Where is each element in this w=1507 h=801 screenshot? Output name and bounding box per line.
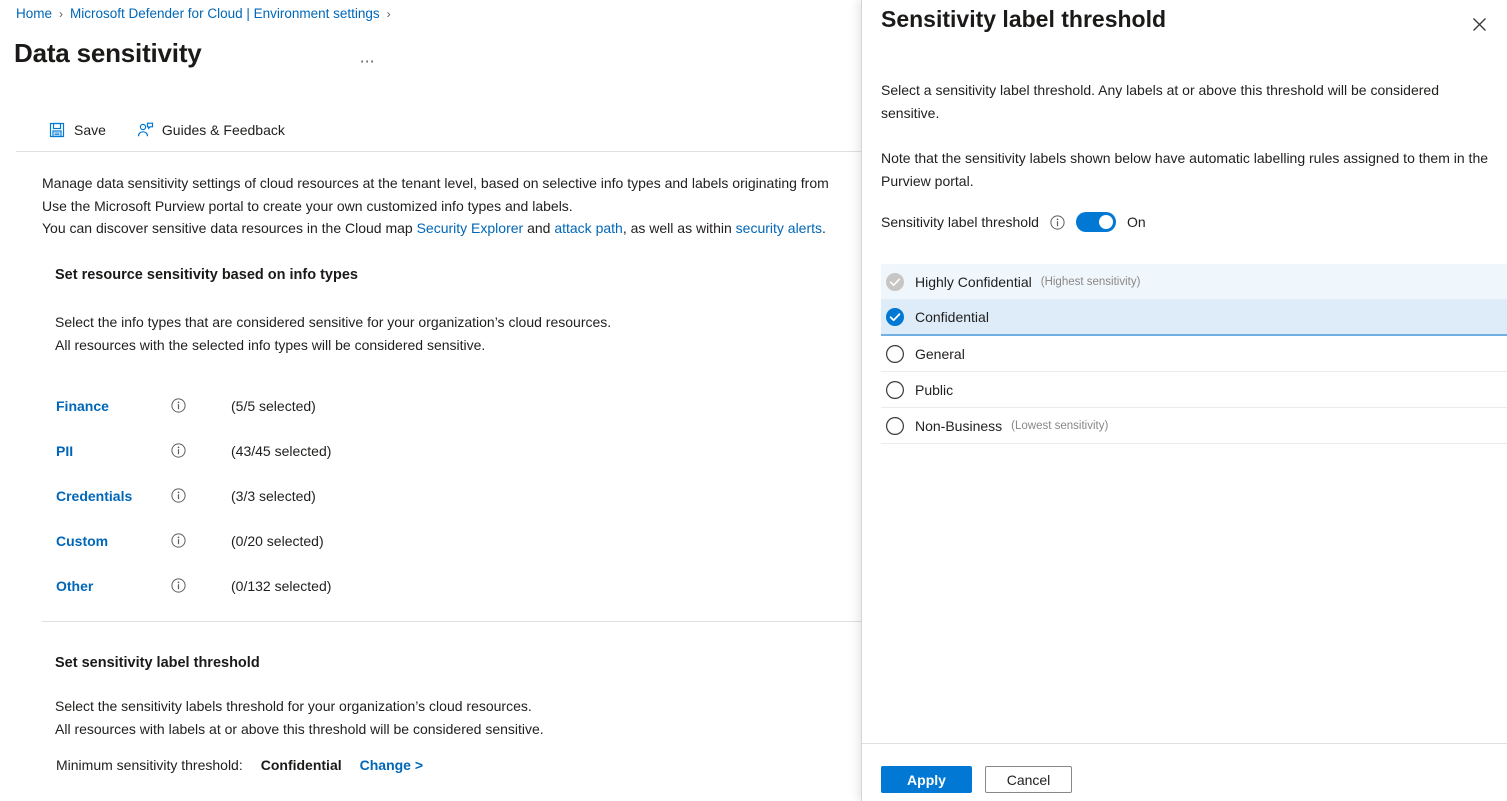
attack-path-link[interactable]: attack path xyxy=(554,220,623,236)
radio-unchecked-icon xyxy=(885,416,915,436)
info-circle-icon[interactable] xyxy=(171,533,231,548)
info-circle-icon[interactable] xyxy=(171,398,231,413)
info-type-row: PII (43/45 selected) xyxy=(56,428,331,473)
breadcrumb-separator-icon: › xyxy=(59,7,63,21)
info-circle-icon[interactable] xyxy=(171,443,231,458)
info-type-count: (0/132 selected) xyxy=(231,578,331,594)
panel-description-2: Note that the sensitivity labels shown b… xyxy=(881,147,1493,193)
toggle-label: Sensitivity label threshold xyxy=(881,214,1039,230)
panel-description: Select a sensitivity label threshold. An… xyxy=(881,79,1493,193)
sensitivity-threshold-toggle[interactable] xyxy=(1076,212,1116,232)
toggle-state-label: On xyxy=(1127,214,1146,230)
label-option-name: Public xyxy=(915,382,953,398)
info-circle-icon[interactable] xyxy=(171,488,231,503)
change-threshold-link[interactable]: Change > xyxy=(360,757,423,773)
intro-line-3-mid-1: and xyxy=(523,220,554,236)
apply-button[interactable]: Apply xyxy=(881,766,972,793)
info-types-body-line-1: Select the info types that are considere… xyxy=(55,311,611,334)
toolbar-divider xyxy=(16,151,864,152)
panel-action-buttons: Apply Cancel xyxy=(881,766,1072,793)
sensitivity-threshold-toggle-row: Sensitivity label threshold On xyxy=(881,212,1146,232)
info-type-row: Credentials (3/3 selected) xyxy=(56,473,331,518)
info-type-count: (3/3 selected) xyxy=(231,488,316,504)
info-type-count: (43/45 selected) xyxy=(231,443,331,459)
intro-line-3-mid-2: , as well as within xyxy=(623,220,736,236)
minimum-threshold-value: Confidential xyxy=(261,757,342,773)
minimum-threshold-row: Minimum sensitivity threshold: Confident… xyxy=(56,757,423,773)
info-type-link-credentials[interactable]: Credentials xyxy=(56,488,171,504)
info-types-section-heading: Set resource sensitivity based on info t… xyxy=(55,267,358,283)
label-option-name: General xyxy=(915,346,965,362)
security-explorer-link[interactable]: Security Explorer xyxy=(417,220,524,236)
info-types-list: Finance (5/5 selected) PII (43/45 select… xyxy=(56,383,331,608)
label-option-hint: (Highest sensitivity) xyxy=(1041,276,1141,288)
breadcrumb: Home › Microsoft Defender for Cloud | En… xyxy=(16,6,391,21)
info-types-section-body: Select the info types that are considere… xyxy=(55,311,611,357)
panel-footer-divider xyxy=(862,743,1507,744)
label-option-name: Confidential xyxy=(915,309,989,325)
info-type-row: Other (0/132 selected) xyxy=(56,563,331,608)
intro-line-3: You can discover sensitive data resource… xyxy=(42,217,872,240)
label-option-hint: (Lowest sensitivity) xyxy=(1011,420,1108,432)
info-type-link-custom[interactable]: Custom xyxy=(56,533,171,549)
breadcrumb-separator-icon-2: › xyxy=(387,7,391,21)
radio-unchecked-icon xyxy=(885,344,915,364)
intro-line-1: Manage data sensitivity settings of clou… xyxy=(42,172,872,195)
sensitivity-label-threshold-panel: Sensitivity label threshold Select a sen… xyxy=(861,0,1507,801)
label-option-non-business[interactable]: Non-Business (Lowest sensitivity) xyxy=(881,408,1507,444)
check-circle-selected-icon xyxy=(885,307,915,327)
info-types-body-line-2: All resources with the selected info typ… xyxy=(55,334,611,357)
close-icon[interactable] xyxy=(1465,10,1493,38)
panel-title: Sensitivity label threshold xyxy=(881,6,1166,33)
minimum-threshold-label: Minimum sensitivity threshold: xyxy=(56,757,243,773)
guides-feedback-button[interactable]: Guides & Feedback xyxy=(132,118,289,142)
info-type-row: Finance (5/5 selected) xyxy=(56,383,331,428)
label-threshold-body-line-2: All resources with labels at or above th… xyxy=(55,718,544,741)
page-title: Data sensitivity xyxy=(14,38,202,69)
intro-paragraphs: Manage data sensitivity settings of clou… xyxy=(42,172,872,240)
label-option-highly-confidential[interactable]: Highly Confidential (Highest sensitivity… xyxy=(881,264,1507,300)
page-title-row: Data sensitivity ⋯ xyxy=(14,34,382,73)
info-type-link-finance[interactable]: Finance xyxy=(56,398,171,414)
toggle-knob xyxy=(1099,215,1113,229)
label-option-name: Non-Business xyxy=(915,418,1002,434)
intro-line-2: Use the Microsoft Purview portal to crea… xyxy=(42,195,872,218)
section-divider xyxy=(42,621,864,622)
label-option-name: Highly Confidential xyxy=(915,274,1032,290)
save-button-label: Save xyxy=(74,122,106,138)
label-option-public[interactable]: Public xyxy=(881,372,1507,408)
info-type-link-other[interactable]: Other xyxy=(56,578,171,594)
info-circle-icon[interactable] xyxy=(171,578,231,593)
label-threshold-body-line-1: Select the sensitivity labels threshold … xyxy=(55,695,544,718)
label-option-confidential[interactable]: Confidential xyxy=(881,300,1507,336)
save-button[interactable]: Save xyxy=(44,118,110,142)
breadcrumb-item-home[interactable]: Home xyxy=(16,6,52,21)
info-type-row: Custom (0/20 selected) xyxy=(56,518,331,563)
page-overflow-menu-button[interactable]: ⋯ xyxy=(354,50,383,73)
command-bar: Save Guides & Feedback xyxy=(44,118,289,142)
intro-line-3-suffix: . xyxy=(822,220,826,236)
data-sensitivity-page: Home › Microsoft Defender for Cloud | En… xyxy=(0,0,880,801)
breadcrumb-item-defender-environment-settings[interactable]: Microsoft Defender for Cloud | Environme… xyxy=(70,6,380,21)
sensitivity-label-options-list: Highly Confidential (Highest sensitivity… xyxy=(881,264,1507,444)
info-type-link-pii[interactable]: PII xyxy=(56,443,171,459)
info-circle-icon[interactable] xyxy=(1050,215,1065,230)
info-type-count: (5/5 selected) xyxy=(231,398,316,414)
check-circle-disabled-icon xyxy=(885,272,915,292)
intro-line-3-prefix: You can discover sensitive data resource… xyxy=(42,220,417,236)
save-floppy-icon xyxy=(48,121,66,139)
radio-unchecked-icon xyxy=(885,380,915,400)
cancel-button[interactable]: Cancel xyxy=(985,766,1072,793)
label-threshold-section-heading: Set sensitivity label threshold xyxy=(55,655,260,671)
label-threshold-section-body: Select the sensitivity labels threshold … xyxy=(55,695,544,741)
security-alerts-link[interactable]: security alerts xyxy=(736,220,822,236)
panel-description-1: Select a sensitivity label threshold. An… xyxy=(881,79,1493,125)
person-feedback-icon xyxy=(136,121,154,139)
guides-feedback-label: Guides & Feedback xyxy=(162,122,285,138)
info-type-count: (0/20 selected) xyxy=(231,533,324,549)
label-option-general[interactable]: General xyxy=(881,336,1507,372)
azure-portal-screen: Home › Microsoft Defender for Cloud | En… xyxy=(0,0,1507,801)
